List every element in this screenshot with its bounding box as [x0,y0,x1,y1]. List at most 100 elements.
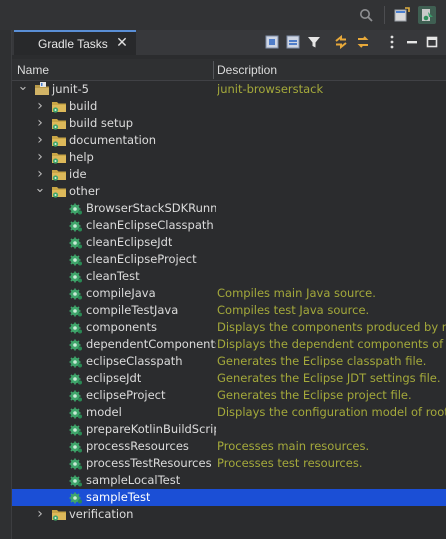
row-description: Generates the Eclipse classpath file. [217,354,427,368]
gradle-task-gear-icon [68,388,84,403]
row-label: sampleTest [86,490,151,504]
gradle-project-icon [34,82,50,97]
tree-item-task-compilejava[interactable]: compileJava Compiles main Java source. [12,285,446,302]
search-icon[interactable] [357,6,375,24]
tree-item-task-preparekotlinbuildscript[interactable]: prepareKotlinBuildScript [12,421,446,438]
row-label: eclipseProject [86,388,166,402]
gradle-perspective-icon[interactable] [418,6,436,24]
chevron-right-icon[interactable]: › [34,98,46,115]
row-label: eclipseJdt [86,371,142,385]
row-label: compileTestJava [86,303,179,317]
tree-item-task-components[interactable]: components Displays the components produc… [12,319,446,336]
sync-icon[interactable] [355,34,371,50]
chevron-right-icon[interactable]: › [34,115,46,132]
perspective-icon[interactable] [393,6,411,24]
row-label: verification [69,507,134,521]
tree-item-build-setup[interactable]: › build setup [12,115,446,132]
row-label: cleanTest [86,269,140,283]
column-divider[interactable] [213,61,214,79]
row-label: ide [69,167,87,181]
row-label: BrowserStackSDKRunne [86,201,216,215]
task-group-folder-icon [51,150,67,165]
gradle-task-gear-icon [68,405,84,420]
gradle-tasks-view: Gradle Tasks ✕ Name Description ⌄ junit-… [11,30,446,539]
task-group-folder-icon [51,167,67,182]
row-label: sampleLocalTest [86,473,181,487]
view-tabbar: Gradle Tasks ✕ [12,30,446,55]
task-group-folder-icon [51,133,67,148]
tree-item-task-browserstacksdkrunne[interactable]: BrowserStackSDKRunne [12,200,446,217]
row-label: cleanEclipseProject [86,252,197,266]
toolbar-separator [384,6,385,24]
tree-item-task-dependentcomponents[interactable]: dependentComponents Displays the dependen… [12,336,446,353]
tree-item-help[interactable]: › help [12,149,446,166]
row-label: help [69,150,94,164]
chevron-down-icon[interactable]: ⌄ [17,80,29,98]
gradle-task-gear-icon [68,269,84,284]
row-description: Displays the dependent components of com [217,337,446,351]
filter-icon[interactable] [306,34,322,50]
row-label: cleanEclipseClasspath [86,218,214,232]
gradle-task-gear-icon [68,286,84,301]
tree-item-task-cleaneclipseproject[interactable]: cleanEclipseProject [12,251,446,268]
row-description: Generates the Eclipse JDT settings file. [217,371,441,385]
tree-item-ide[interactable]: › ide [12,166,446,183]
row-label: junit-5 [52,82,89,96]
tree-item-documentation[interactable]: › documentation [12,132,446,149]
row-label: components [86,320,158,334]
row-label: other [69,184,100,198]
tree-item-task-model[interactable]: model Displays the configuration model of… [12,404,446,421]
chevron-right-icon[interactable]: › [34,149,46,166]
column-header-description[interactable]: Description [217,63,277,77]
tree-item-build[interactable]: › build [12,98,446,115]
row-label: build [69,99,98,113]
gradle-task-gear-icon [68,422,84,437]
task-group-folder-icon [51,184,67,199]
row-description: Processes main resources. [217,439,370,453]
tree-item-task-sampletest[interactable]: sampleTest [12,489,446,506]
row-label: dependentComponents [86,337,216,351]
main-toolbar [0,0,446,30]
tree-item-task-processresources[interactable]: processResources Processes main resources… [12,438,446,455]
refresh-icon[interactable] [264,34,280,50]
tree-item-task-cleaneclipseclasspath[interactable]: cleanEclipseClasspath [12,217,446,234]
tab-gradle-tasks[interactable]: Gradle Tasks ✕ [14,30,136,55]
tree-item-junit-5[interactable]: ⌄ junit-5 junit-browserstack [12,80,446,98]
chevron-right-icon[interactable]: › [34,506,46,523]
row-description: Compiles test Java source. [217,303,370,317]
column-header-name[interactable]: Name [17,63,49,77]
view-menu-icon[interactable] [384,34,400,50]
tree-item-task-eclipseproject[interactable]: eclipseProject Generates the Eclipse proj… [12,387,446,404]
tree-item-task-eclipseclasspath[interactable]: eclipseClasspath Generates the Eclipse cl… [12,353,446,370]
row-label: cleanEclipseJdt [86,235,173,249]
tree-item-task-cleantest[interactable]: cleanTest [12,268,446,285]
chevron-down-icon[interactable]: ⌄ [34,182,46,200]
row-label: eclipseClasspath [86,354,183,368]
gradle-task-gear-icon [68,252,84,267]
gradle-task-gear-icon [68,354,84,369]
row-description: Generates the Eclipse project file. [217,388,412,402]
row-label: prepareKotlinBuildScript [86,422,216,436]
tree-item-task-samplelocaltest[interactable]: sampleLocalTest [12,472,446,489]
row-description: junit-browserstack [217,82,324,96]
chevron-right-icon[interactable]: › [34,132,46,149]
tree-item-task-compiletestjava[interactable]: compileTestJava Compiles test Java source… [12,302,446,319]
tree-item-verification[interactable]: › verification [12,506,446,523]
collapse-all-icon[interactable] [285,34,301,50]
close-icon[interactable]: ✕ [115,36,129,50]
tree-item-task-eclipsejdt[interactable]: eclipseJdt Generates the Eclipse JDT sett… [12,370,446,387]
gradle-task-gear-icon [68,201,84,216]
link-icon[interactable] [333,34,349,50]
tree-item-task-cleaneclipsejdt[interactable]: cleanEclipseJdt [12,234,446,251]
minimize-icon[interactable] [404,34,420,50]
tree-item-other[interactable]: ⌄ other [12,182,446,200]
tree-item-task-processtestresources[interactable]: processTestResources Processes test resou… [12,455,446,472]
maximize-icon[interactable] [424,34,440,50]
gradle-task-gear-icon [68,490,84,505]
gradle-task-gear-icon [68,235,84,250]
task-group-folder-icon [51,99,67,114]
row-description: Displays the configuration model of root… [217,405,446,419]
gradle-task-gear-icon [68,473,84,488]
gradle-task-gear-icon [68,337,84,352]
row-label: processTestResources [86,456,212,470]
